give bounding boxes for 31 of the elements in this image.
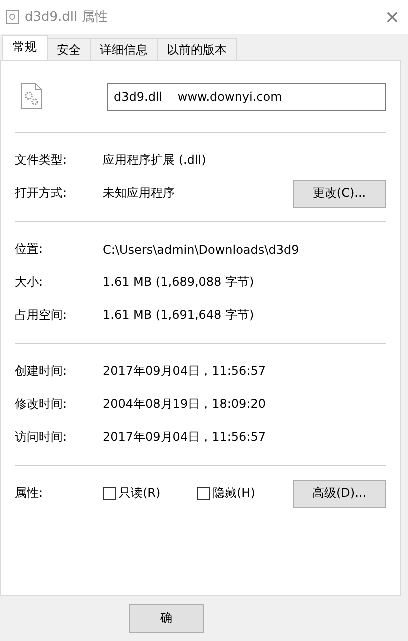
- property-value: 2017年09月04日，11:56:57: [103, 363, 267, 380]
- property-value: 1.61 MB (1,689,088 字节): [103, 274, 256, 291]
- advanced-button[interactable]: 高级(D)...: [293, 480, 386, 508]
- property-label: 修改时间:: [15, 396, 68, 413]
- file-gears-icon: [21, 83, 43, 110]
- close-button[interactable]: ×: [384, 6, 400, 28]
- property-label: 访问时间:: [15, 429, 68, 446]
- tab[interactable]: 以前的版本: [157, 38, 237, 60]
- file-icon: [6, 10, 19, 24]
- property-label: 大小:: [15, 274, 44, 291]
- property-value: 2004年08月19日，18:09:20: [103, 396, 267, 413]
- property-label: 占用空间:: [15, 307, 68, 324]
- property-value: 应用程序扩展 (.dll): [103, 152, 208, 169]
- checkbox-label: 只读(R): [119, 485, 161, 502]
- window-title: d3d9.dll 属性: [25, 9, 109, 26]
- property-value: 2017年09月04日，11:56:57: [103, 429, 267, 446]
- checkbox[interactable]: [197, 487, 210, 500]
- tab[interactable]: 常规: [2, 35, 48, 60]
- property-label: 位置:: [15, 241, 44, 258]
- property-label: 文件类型:: [15, 152, 68, 169]
- property-value: C:\Users\admin\Downloads\d3d9: [103, 242, 300, 256]
- property-value: 未知应用程序: [103, 185, 176, 202]
- property-label: 属性:: [15, 485, 44, 502]
- ok-button[interactable]: 确: [129, 604, 204, 633]
- change-button[interactable]: 更改(C)...: [293, 180, 386, 208]
- file-name-field[interactable]: d3d9.dll www.downyi.com: [107, 82, 386, 110]
- checkbox-label: 隐藏(H): [213, 485, 256, 502]
- property-label: 创建时间:: [15, 363, 68, 380]
- property-value: 1.61 MB (1,691,648 字节): [103, 307, 256, 324]
- checkbox[interactable]: [103, 487, 116, 500]
- property-label: 打开方式:: [15, 185, 68, 202]
